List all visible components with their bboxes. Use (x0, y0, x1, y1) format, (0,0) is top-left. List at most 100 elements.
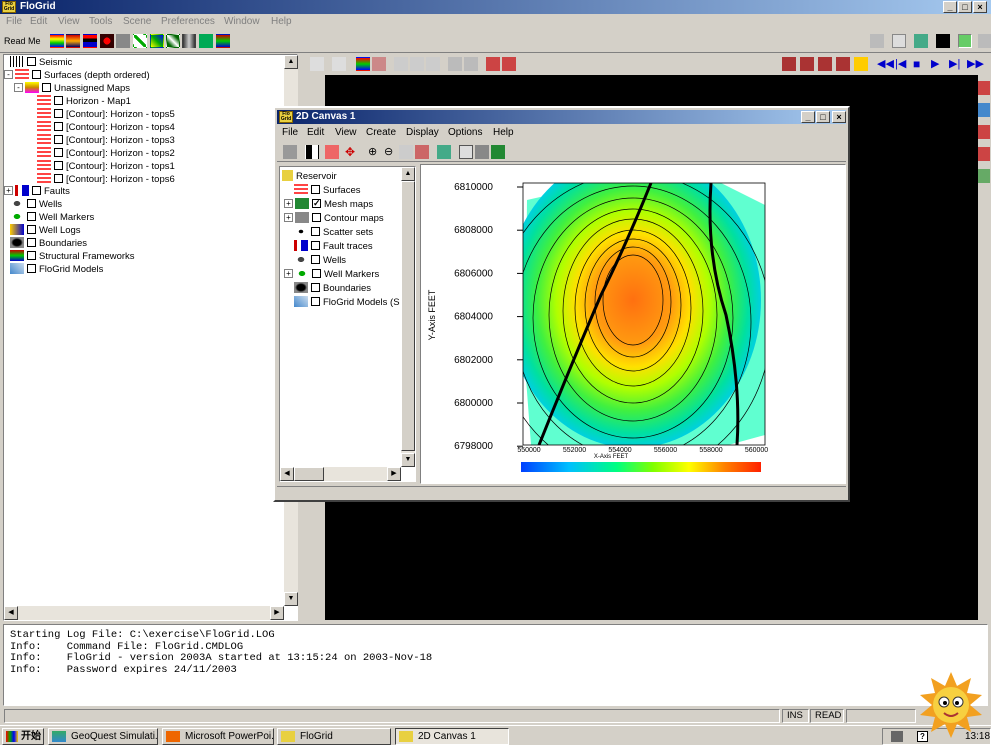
side-tool3-icon[interactable] (978, 125, 990, 139)
scroll-up-icon[interactable]: ▲ (284, 55, 298, 69)
scroll-right-icon[interactable]: ▶ (387, 467, 401, 481)
wells-tool-icon[interactable] (133, 34, 147, 48)
scroll-down-icon[interactable]: ▼ (284, 592, 298, 606)
checkbox[interactable] (312, 212, 321, 222)
pan-icon[interactable]: ✥ (343, 145, 357, 159)
mesh-tool-icon[interactable] (199, 34, 213, 48)
maximize-button[interactable]: □ (958, 1, 972, 13)
grid-display-icon[interactable] (372, 57, 386, 71)
checkbox[interactable] (32, 185, 41, 195)
close-button[interactable]: × (973, 1, 987, 13)
checkbox[interactable] (311, 254, 320, 264)
step-forward-icon[interactable]: ▶| (948, 57, 962, 71)
tree-item-contour[interactable]: [Contour]: Horizon - tops1 (37, 159, 175, 173)
play-icon[interactable]: ▶ (930, 57, 944, 71)
tree-item-surfaces[interactable]: - Surfaces (depth ordered) (4, 68, 150, 82)
side-tool4-icon[interactable] (978, 147, 990, 161)
start-button[interactable]: 开始 (2, 728, 44, 745)
zoom-in-icon[interactable]: ⊕ (367, 145, 381, 159)
scroll-down-icon[interactable]: ▼ (401, 453, 415, 467)
checkbox[interactable] (27, 237, 36, 247)
checkbox[interactable] (311, 240, 320, 250)
axis-tool-icon[interactable] (332, 57, 346, 71)
anim-tool5-icon[interactable] (854, 57, 868, 71)
menu-tools[interactable]: Tools (89, 16, 112, 27)
anim-tool4-icon[interactable] (836, 57, 850, 71)
canvas-tree-item[interactable]: Wells (294, 253, 346, 267)
zoom-reset-icon[interactable] (415, 145, 429, 159)
canvas-menu-view[interactable]: View (335, 127, 357, 138)
tree-item-seismic[interactable]: Seismic (10, 55, 72, 69)
markers-tool-icon[interactable] (150, 34, 164, 48)
checkbox[interactable] (54, 134, 63, 144)
split-tool-icon[interactable] (182, 34, 196, 48)
expand-toggle[interactable]: + (284, 198, 293, 208)
canvas-tree-item[interactable]: FloGrid Models (S (294, 295, 400, 309)
checkbox[interactable] (54, 121, 63, 131)
menu-view[interactable]: View (58, 16, 80, 27)
canvas-tree-item[interactable]: Scatter sets (294, 225, 373, 239)
scale-tool-icon[interactable] (116, 34, 130, 48)
tree-item-structural-frameworks[interactable]: Structural Frameworks (10, 249, 135, 263)
calc-tool-icon[interactable] (914, 34, 928, 48)
canvas-tree-item[interactable]: + Contour maps (284, 211, 384, 225)
task-geoquest[interactable]: GeoQuest Simulati... (48, 728, 158, 745)
side-tool2-icon[interactable] (978, 103, 990, 117)
canvas-menu-file[interactable]: File (282, 127, 298, 138)
zoom-tool-icon[interactable] (426, 57, 440, 71)
collapse-toggle[interactable]: - (14, 82, 23, 92)
task-powerpoint[interactable]: Microsoft PowerPoi... (162, 728, 274, 745)
checkbox[interactable] (311, 282, 320, 292)
menu-file[interactable]: File (6, 16, 22, 27)
canvas-menu-create[interactable]: Create (366, 127, 396, 138)
zoom-fit-icon[interactable] (399, 145, 413, 159)
menu-edit[interactable]: Edit (30, 16, 47, 27)
checkbox[interactable] (54, 173, 63, 183)
menu-help[interactable]: Help (271, 16, 292, 27)
menu-window[interactable]: Window (224, 16, 260, 27)
side-tool-icon[interactable] (978, 81, 990, 95)
side-tool5-icon[interactable] (978, 169, 990, 183)
checkbox[interactable] (311, 296, 320, 306)
task-2d-canvas[interactable]: 2D Canvas 1 (395, 728, 509, 745)
anim-tool2-icon[interactable] (800, 57, 814, 71)
canvas-menu-display[interactable]: Display (406, 127, 439, 138)
checkbox[interactable] (54, 95, 63, 105)
canvas-tree-root[interactable]: Reservoir (282, 169, 337, 183)
view-tool-icon[interactable] (870, 34, 884, 48)
grid-tool-icon[interactable] (475, 145, 489, 159)
zoom-out-icon[interactable]: ⊖ (383, 145, 397, 159)
extra-tool-icon[interactable] (978, 34, 991, 48)
spin-icon[interactable] (410, 57, 424, 71)
canvas-tree-item[interactable]: Surfaces (294, 183, 361, 197)
tree-item-well-logs[interactable]: Well Logs (10, 223, 81, 237)
checkbox[interactable] (27, 211, 36, 221)
tree-item-horizon-map1[interactable]: Horizon - Map1 (37, 94, 131, 108)
z-axis-icon[interactable] (502, 57, 516, 71)
layers-tool-icon[interactable] (83, 34, 97, 48)
scroll-right-icon[interactable]: ▶ (270, 606, 284, 620)
checkbox[interactable] (27, 224, 36, 234)
z-scale-icon[interactable] (486, 57, 500, 71)
canvas-tree-item[interactable]: + Well Markers (284, 267, 379, 281)
tree-toggle-icon[interactable] (958, 34, 972, 48)
black-box-icon[interactable] (936, 34, 950, 48)
anim-tool3-icon[interactable] (818, 57, 832, 71)
tree-hscrollbar[interactable]: ◀ ▶ (4, 606, 284, 620)
frame-icon[interactable] (448, 57, 462, 71)
checkbox[interactable] (27, 250, 36, 260)
checkbox[interactable] (311, 226, 320, 236)
scroll-thumb[interactable] (401, 181, 415, 451)
canvas-menu-options[interactable]: Options (448, 127, 482, 138)
anim-tool-icon[interactable] (782, 57, 796, 71)
surfaces-tool-icon[interactable] (50, 34, 64, 48)
checkbox[interactable] (42, 82, 51, 92)
tree-item-contour[interactable]: [Contour]: Horizon - tops4 (37, 120, 175, 134)
canvas-close-button[interactable]: × (832, 111, 846, 123)
expand-toggle[interactable]: + (284, 212, 293, 222)
tree-item-contour[interactable]: [Contour]: Horizon - tops5 (37, 107, 175, 121)
canvas-maximize-button[interactable]: □ (816, 111, 830, 123)
scroll-left-icon[interactable]: ◀ (4, 606, 18, 620)
expand-toggle[interactable]: + (4, 185, 13, 195)
checkbox[interactable] (311, 184, 320, 194)
